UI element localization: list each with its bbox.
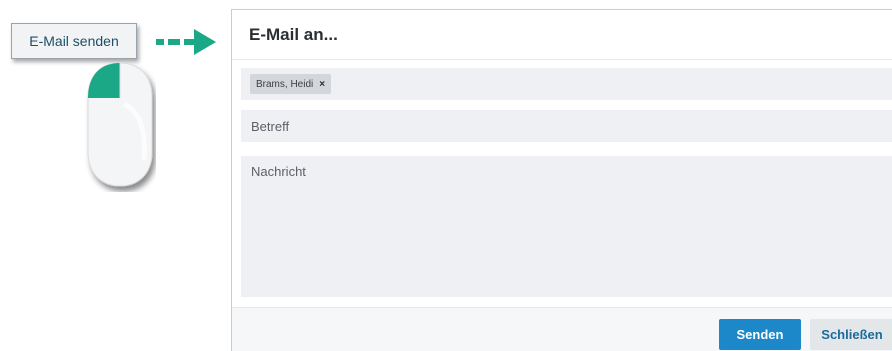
message-textarea[interactable] [241,156,892,297]
mouse-left-click-icon [87,62,153,187]
email-dialog: E-Mail an... Brams, Heidi × Senden Schli… [231,9,892,351]
recipient-chip-label: Brams, Heidi [256,78,314,90]
recipients-field[interactable]: Brams, Heidi × [241,68,892,100]
dialog-footer: Senden Schließen [232,307,892,351]
dashed-arrow-right-icon [156,29,216,55]
close-icon[interactable]: × [319,79,325,90]
send-button[interactable]: Senden [719,319,801,350]
subject-input[interactable] [241,110,892,142]
recipient-chip: Brams, Heidi × [250,74,332,94]
close-button[interactable]: Schließen [810,319,892,350]
email-send-trigger-button[interactable]: E-Mail senden [11,23,137,59]
dialog-header: E-Mail an... [232,10,892,60]
dialog-title: E-Mail an... [249,24,338,44]
